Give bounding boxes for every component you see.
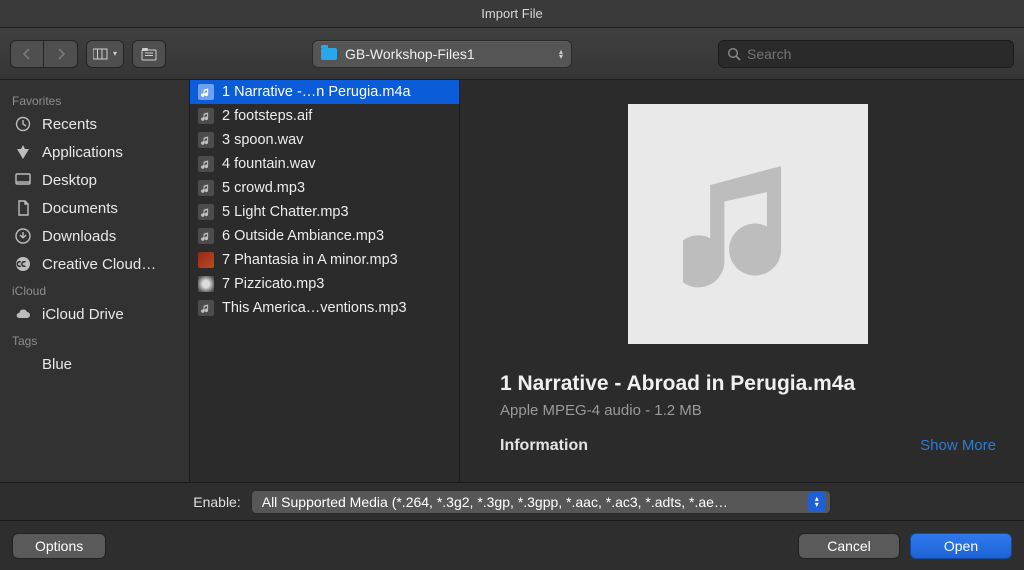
file-name: 7 Pizzicato.mp3: [222, 276, 324, 292]
file-name: 2 footsteps.aif: [222, 108, 312, 124]
sidebar-item-label: Blue: [42, 356, 72, 373]
applications-icon: [14, 143, 32, 161]
file-row[interactable]: 3 spoon.wav: [190, 128, 459, 152]
audio-file-icon: [198, 84, 214, 100]
sidebar-section-header: iCloud: [0, 278, 189, 300]
file-row[interactable]: 2 footsteps.aif: [190, 104, 459, 128]
file-name: 5 crowd.mp3: [222, 180, 305, 196]
sidebar-item-applications[interactable]: Applications: [0, 138, 189, 166]
format-filter-value: All Supported Media (*.264, *.3g2, *.3gp…: [262, 494, 728, 510]
downloads-icon: [14, 227, 32, 245]
sidebar-item-label: Creative Cloud…: [42, 256, 156, 273]
tag-blue-icon: [14, 355, 32, 373]
chevron-updown-icon: ▴▾: [808, 492, 826, 512]
sidebar-item-cc[interactable]: Creative Cloud…: [0, 250, 189, 278]
sidebar-section-header: Tags: [0, 328, 189, 350]
file-row[interactable]: 5 Light Chatter.mp3: [190, 200, 459, 224]
file-row[interactable]: 7 Pizzicato.mp3: [190, 272, 459, 296]
file-name: 3 spoon.wav: [222, 132, 303, 148]
file-name: 7 Phantasia in A minor.mp3: [222, 252, 398, 268]
sidebar: Favorites Recents Applications Desktop Docum…: [0, 80, 190, 482]
sidebar-item-label: Recents: [42, 116, 97, 133]
sidebar-item-label: Desktop: [42, 172, 97, 189]
sidebar-item-label: Applications: [42, 144, 123, 161]
sidebar-item-icloud[interactable]: iCloud Drive: [0, 300, 189, 328]
sidebar-item-label: Documents: [42, 200, 118, 217]
sidebar-item-label: Downloads: [42, 228, 116, 245]
sidebar-item-recents[interactable]: Recents: [0, 110, 189, 138]
file-name: 6 Outside Ambiance.mp3: [222, 228, 384, 244]
audio-file-icon: [198, 156, 214, 172]
open-button[interactable]: Open: [910, 533, 1012, 559]
documents-icon: [14, 199, 32, 217]
audio-file-icon: [198, 228, 214, 244]
window-title: Import File: [0, 0, 1024, 28]
audio-file-icon: [198, 300, 214, 316]
audio-file-icon: [198, 180, 214, 196]
file-list: 1 Narrative -…n Perugia.m4a 2 footsteps.a…: [190, 80, 460, 482]
audio-file-icon: [198, 108, 214, 124]
file-name: 1 Narrative -…n Perugia.m4a: [222, 84, 411, 100]
back-button[interactable]: [10, 40, 44, 68]
recents-icon: [14, 115, 32, 133]
album-art-icon: [198, 252, 214, 268]
folder-icon: [321, 48, 337, 60]
filter-bar: Enable: All Supported Media (*.264, *.3g…: [0, 482, 1024, 520]
forward-button[interactable]: [44, 40, 78, 68]
file-row[interactable]: 7 Phantasia in A minor.mp3: [190, 248, 459, 272]
cancel-button[interactable]: Cancel: [798, 533, 900, 559]
sidebar-item-tag-blue[interactable]: Blue: [0, 350, 189, 378]
file-row[interactable]: 6 Outside Ambiance.mp3: [190, 224, 459, 248]
view-mode-button[interactable]: ▾: [86, 40, 124, 68]
preview-pane: 1 Narrative - Abroad in Perugia.m4a Appl…: [460, 80, 1024, 482]
nav-back-forward: [10, 40, 78, 68]
enable-label: Enable:: [193, 494, 240, 510]
preview-subtitle: Apple MPEG-4 audio - 1.2 MB: [500, 402, 996, 419]
search-field[interactable]: [718, 40, 1014, 68]
format-filter-dropdown[interactable]: All Supported Media (*.264, *.3g2, *.3gp…: [251, 490, 831, 514]
file-name: This America…ventions.mp3: [222, 300, 407, 316]
preview-thumbnail: [628, 104, 868, 344]
file-name: 5 Light Chatter.mp3: [222, 204, 349, 220]
file-row[interactable]: This America…ventions.mp3: [190, 296, 459, 320]
album-art-icon: [198, 276, 214, 292]
music-note-icon: [683, 159, 813, 289]
path-dropdown[interactable]: GB-Workshop-Files1 ▴▾: [312, 40, 572, 68]
sidebar-item-documents[interactable]: Documents: [0, 194, 189, 222]
sidebar-item-desktop[interactable]: Desktop: [0, 166, 189, 194]
info-heading: Information: [500, 437, 588, 455]
desktop-icon: [14, 171, 32, 189]
preview-title: 1 Narrative - Abroad in Perugia.m4a: [500, 372, 996, 396]
file-row[interactable]: 5 crowd.mp3: [190, 176, 459, 200]
current-folder-label: GB-Workshop-Files1: [345, 46, 475, 62]
sidebar-item-downloads[interactable]: Downloads: [0, 222, 189, 250]
button-bar: Options Cancel Open: [0, 520, 1024, 570]
sidebar-item-label: iCloud Drive: [42, 306, 124, 323]
sidebar-section-header: Favorites: [0, 88, 189, 110]
audio-file-icon: [198, 132, 214, 148]
file-name: 4 fountain.wav: [222, 156, 316, 172]
file-row[interactable]: 1 Narrative -…n Perugia.m4a: [190, 80, 459, 104]
toolbar: ▾ GB-Workshop-Files1 ▴▾: [0, 28, 1024, 80]
file-row[interactable]: 4 fountain.wav: [190, 152, 459, 176]
chevron-updown-icon: ▴▾: [559, 49, 563, 59]
group-button[interactable]: [132, 40, 166, 68]
icloud-icon: [14, 305, 32, 323]
audio-file-icon: [198, 204, 214, 220]
show-more-link[interactable]: Show More: [920, 437, 996, 455]
search-input[interactable]: [747, 46, 1005, 62]
cc-icon: [14, 255, 32, 273]
options-button[interactable]: Options: [12, 533, 106, 559]
